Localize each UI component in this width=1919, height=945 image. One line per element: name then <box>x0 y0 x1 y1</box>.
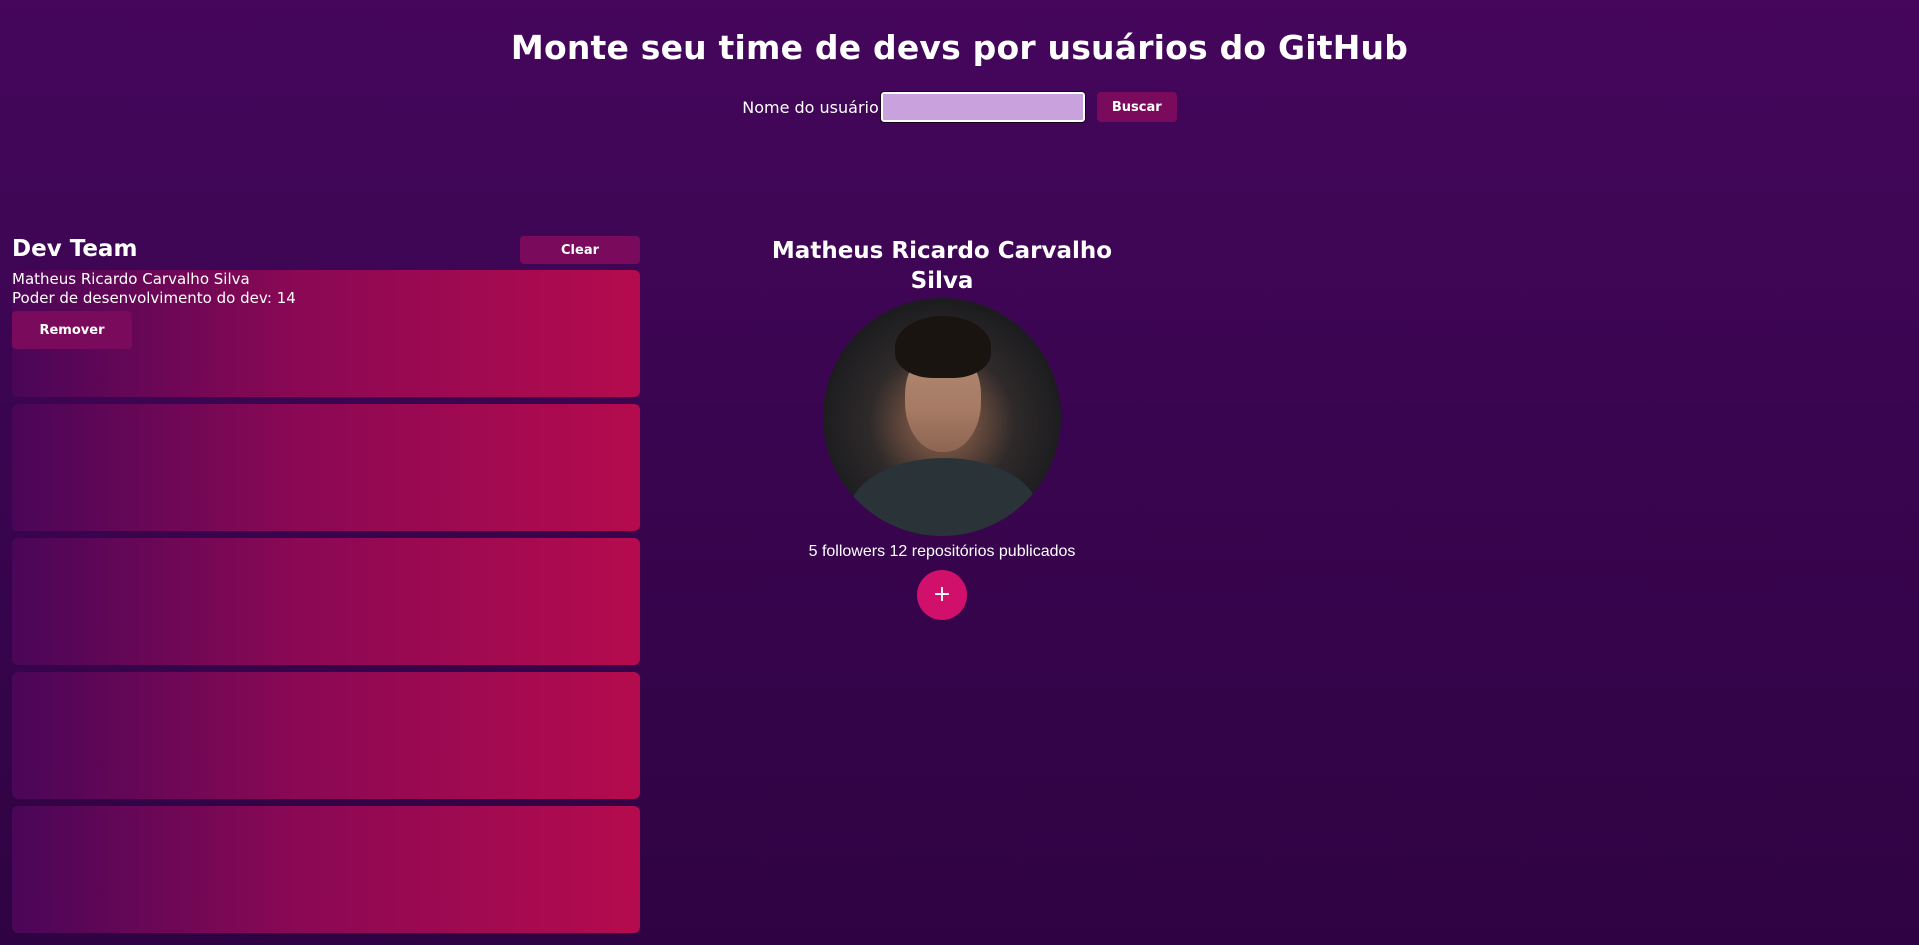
page-title: Monte seu time de devs por usuários do G… <box>510 28 1409 67</box>
dev-team-panel: Dev Team Clear Matheus Ricardo Carvalho … <box>12 236 640 940</box>
clear-button[interactable]: Clear <box>520 236 640 264</box>
dev-team-header: Dev Team Clear <box>12 236 640 270</box>
profile-name: Matheus Ricardo Carvalho Silva <box>771 238 1113 294</box>
search-bar: Nome do usuário Buscar <box>0 91 1919 123</box>
team-member-power: Poder de desenvolvimento do dev: 14 <box>12 289 296 307</box>
team-slot <box>12 404 640 531</box>
user-profile-card: Matheus Ricardo Carvalho Silva 5 followe… <box>742 236 1142 620</box>
remove-button[interactable]: Remover <box>12 311 132 349</box>
team-slot <box>12 538 640 665</box>
avatar-hair-shape <box>895 316 991 378</box>
search-label: Nome do usuário <box>742 97 879 117</box>
username-input[interactable] <box>879 91 1086 123</box>
team-slot <box>12 806 640 933</box>
team-member-name: Matheus Ricardo Carvalho Silva <box>12 270 250 288</box>
team-slot <box>12 672 640 799</box>
team-slot: Matheus Ricardo Carvalho Silva Poder de … <box>12 270 640 397</box>
search-button[interactable]: Buscar <box>1096 92 1177 122</box>
avatar-shirt-shape <box>849 458 1039 536</box>
add-to-team-button[interactable]: + <box>917 570 967 620</box>
dev-team-title: Dev Team <box>12 236 138 262</box>
avatar <box>823 298 1061 536</box>
profile-stats: 5 followers 12 repositórios publicados <box>808 543 1076 560</box>
